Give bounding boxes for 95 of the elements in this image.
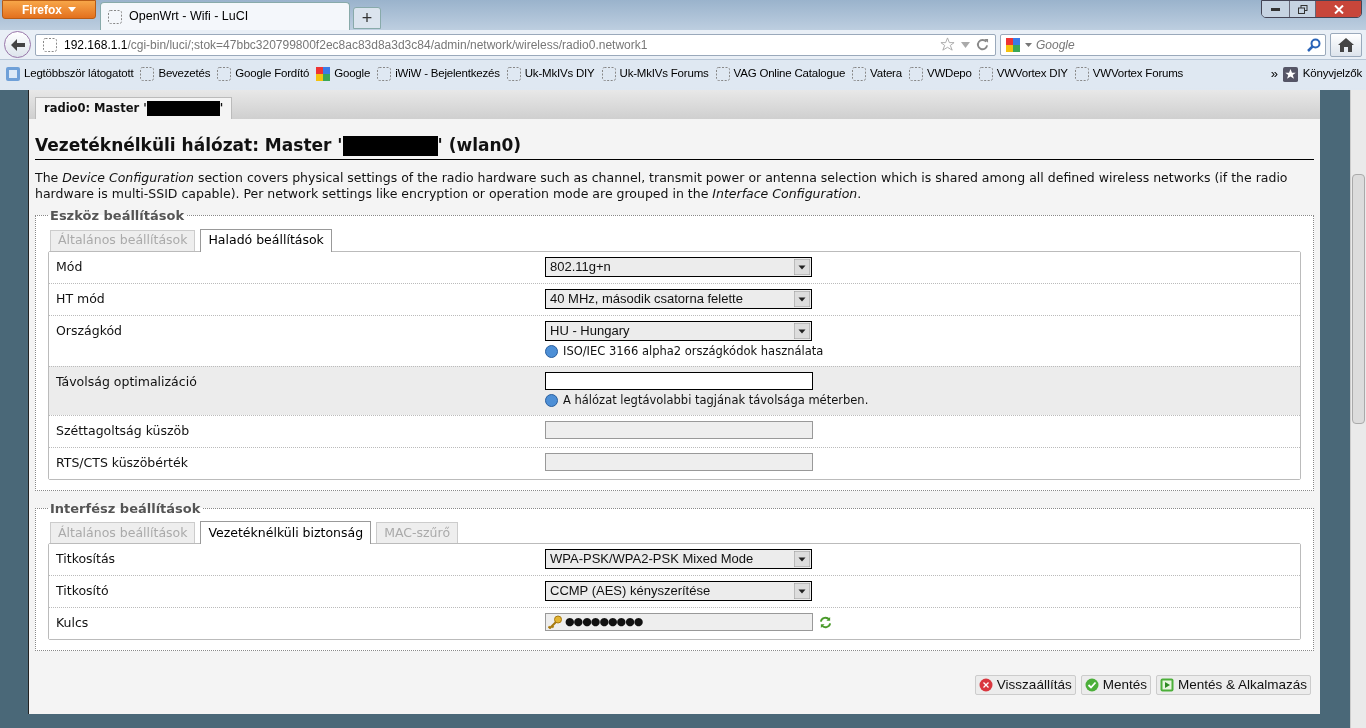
page-title: Vezetéknélküli hálózat: Master ' <box>35 134 343 158</box>
field-label: HT mód <box>56 290 105 306</box>
page-icon <box>714 66 731 82</box>
settings-tab[interactable]: Haladó beállítások <box>200 228 332 252</box>
page-icon <box>139 66 156 82</box>
bookmark-link[interactable]: VAG Online Catalogue <box>713 65 847 83</box>
help-text: A hálózat legtávolabbi tagjának távolsága méterben. <box>563 391 869 409</box>
google-icon <box>1005 36 1021 53</box>
page-icon <box>977 66 994 82</box>
section-legend: Eszköz beállítások <box>48 206 187 226</box>
help-icon <box>545 393 558 407</box>
page-icon <box>107 8 123 25</box>
close-button[interactable] <box>1315 1 1361 17</box>
page-icon <box>907 66 924 82</box>
page-icon <box>505 66 522 82</box>
field-label: Széttagoltság küszöb <box>56 423 190 438</box>
field-label: Kulcs <box>56 615 89 630</box>
scrollbar-thumb[interactable] <box>1352 174 1365 424</box>
field-label: Titkosítás <box>56 551 116 566</box>
field-label: Országkód <box>56 322 123 338</box>
page-icon <box>216 66 233 82</box>
home-button[interactable] <box>1330 32 1362 57</box>
bookmark-link[interactable]: Uk-MkIVs DIY <box>504 65 596 83</box>
apply-button[interactable]: Mentés & Alkalmazás <box>1155 674 1311 695</box>
search-input[interactable]: Google <box>1036 35 1303 54</box>
key-icon <box>548 615 563 629</box>
search-box[interactable]: Google <box>1000 33 1326 56</box>
back-arrow-icon <box>10 38 25 51</box>
reload-icon[interactable] <box>976 38 989 51</box>
restore-icon <box>1297 4 1308 14</box>
bookmark-link[interactable]: VWVortex Forums <box>1072 65 1185 83</box>
page-icon <box>42 36 58 53</box>
help-icon <box>545 344 558 358</box>
dropdown-icon <box>794 551 810 567</box>
more-bookmarks-button[interactable]: » <box>1266 64 1282 84</box>
restore-button[interactable] <box>1289 1 1315 17</box>
dropdown-icon <box>68 7 76 12</box>
dropdown-icon <box>794 290 810 307</box>
dropdown-icon[interactable] <box>961 41 970 48</box>
bookmark-link[interactable]: Legtöbbször látogatott <box>4 65 135 83</box>
field-label: Titkosító <box>56 583 109 598</box>
dropdown-field[interactable]: CCMP (AES) kényszerítése <box>545 581 812 601</box>
bookmark-link[interactable]: VWVortex DIY <box>976 65 1069 83</box>
password-field[interactable]: ●●●●●●●●● <box>545 613 813 631</box>
back-button[interactable] <box>4 31 31 58</box>
star-icon[interactable] <box>940 37 955 52</box>
bookmark-link[interactable]: Google <box>314 65 372 83</box>
refresh-icon[interactable] <box>819 615 832 629</box>
description-text: The Device Configuration section covers physical settings of the radio hardware such as channel, transmit power or antenna selection which is shared among all defined wireless networks (if the radio hardware is multi-SSID capable). Per network settings like encryption or operation mode are grouped in the Interface Configuration. <box>35 170 1289 202</box>
address-bar[interactable]: 192.168.1.1/cgi-bin/luci/;stok=47bbc320799800f2ec8ac83d8a3d3c84/admin/network/wireless/radio0.network1 <box>35 33 996 56</box>
text-field[interactable] <box>545 371 813 390</box>
search-icon[interactable] <box>1307 37 1321 52</box>
page-icon <box>851 66 868 82</box>
save-button[interactable]: Mentés <box>1080 674 1151 695</box>
page-title: ' (wlan0) <box>437 134 522 158</box>
dropdown-icon <box>794 583 810 599</box>
home-icon <box>1338 37 1354 52</box>
page-icon <box>376 66 393 82</box>
bookmark-link[interactable]: Bevezetés <box>138 65 212 83</box>
close-icon <box>1333 4 1344 14</box>
star-icon <box>1282 66 1298 82</box>
reset-button[interactable]: Visszaállítás <box>974 674 1076 695</box>
bookmark-link[interactable]: VWDepo <box>906 65 973 83</box>
bookmark-folder-icon <box>5 66 21 82</box>
bookmark-link[interactable]: Uk-MkIVs Forums <box>599 65 710 83</box>
dropdown-field[interactable]: WPA-PSK/WPA2-PSK Mixed Mode <box>545 549 812 569</box>
minimize-icon <box>1271 7 1280 11</box>
dropdown-icon <box>794 322 810 339</box>
page-icon <box>600 66 617 82</box>
dropdown-field[interactable]: 40 MHz, második csatorna felette <box>545 288 812 309</box>
google-icon <box>315 66 332 82</box>
page-icon <box>1073 66 1090 82</box>
settings-tab[interactable]: Vezetéknélküli biztonság <box>200 521 372 544</box>
browser-tab[interactable]: OpenWrt - Wifi - LuCI <box>100 2 350 30</box>
dropdown-field[interactable]: 802.11g+n <box>545 256 812 277</box>
cancel-icon <box>978 677 993 692</box>
bookmarks-menu-button[interactable]: Könyvjelzők <box>1282 65 1362 83</box>
bookmark-link[interactable]: Vatera <box>850 65 903 83</box>
bookmark-link[interactable]: iWiW - Bejelentkezés <box>375 65 501 83</box>
new-tab-button[interactable]: + <box>353 7 381 29</box>
help-text: ISO/IEC 3166 alpha2 országkódok használata <box>563 342 824 360</box>
field-label: RTS/CTS küszöbérték <box>56 454 188 470</box>
scrollbar[interactable] <box>1350 90 1366 728</box>
field-label: Mód <box>56 258 83 274</box>
check-icon <box>1084 677 1099 692</box>
bookmark-link[interactable]: Google Fordító <box>215 65 311 83</box>
dropdown-icon <box>794 258 810 275</box>
url-text: 192.168.1.1/cgi-bin/luci/;stok=47bbc320799800f2ec8ac83d8a3d3c84/admin/network/wireless/radio0.network1 <box>64 36 649 54</box>
play-icon <box>1159 677 1174 692</box>
dropdown-field[interactable]: HU - Hungary <box>545 320 812 341</box>
section-legend: Interfész beállítások <box>48 498 203 518</box>
radio-tab[interactable]: radio0: Master ' ' <box>35 97 233 119</box>
field-label: Távolság optimalizáció <box>56 373 197 389</box>
minimize-button[interactable] <box>1262 1 1289 17</box>
dropdown-icon[interactable] <box>1025 42 1032 47</box>
